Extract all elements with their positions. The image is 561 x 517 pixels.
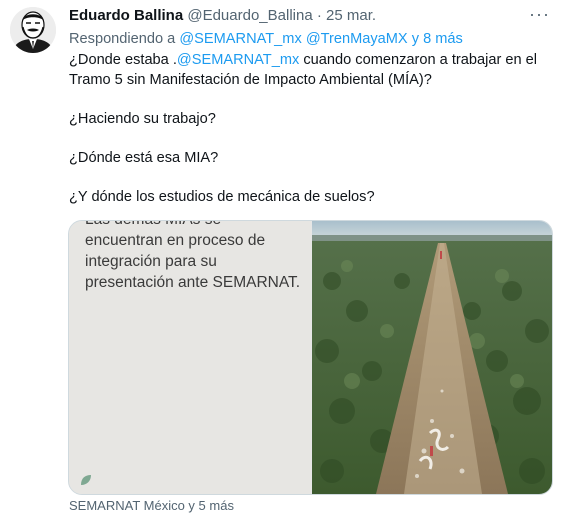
media-image-document[interactable]: Las demás MIAs se encuentran en proceso … [69, 221, 311, 494]
mention-semarnat[interactable]: @SEMARNAT_mx [177, 52, 299, 68]
reply-more-link[interactable]: 8 más [423, 31, 463, 47]
aerial-jungle-clearing-photo [312, 221, 552, 494]
document-line: presentación ante SEMARNAT. [85, 274, 301, 291]
tweet-media[interactable]: Las demás MIAs se encuentran en proceso … [68, 220, 553, 495]
separator-dot: · [316, 7, 322, 24]
document-line: encuentran en proceso de [85, 232, 266, 249]
document-text: Las demás MIAs se encuentran en proceso … [85, 221, 307, 293]
tweet-paragraph-1: ¿Donde estaba .@SEMARNAT_mx cuando comen… [69, 51, 549, 90]
tweet-text: ¿Donde estaba .@SEMARNAT_mx cuando comen… [69, 51, 549, 207]
more-options-button[interactable]: ··· [529, 4, 550, 24]
author-name[interactable]: Eduardo Ballina [69, 7, 183, 24]
reply-mention-trenmaya[interactable]: @TrenMayaMX [306, 31, 408, 47]
reply-mention-semarnat[interactable]: @SEMARNAT_mx [179, 31, 301, 47]
tweet-paragraph-3: ¿Dónde está esa MIA? [69, 149, 219, 166]
avatar-caricature-icon [10, 7, 56, 53]
document-line: integración para su [85, 253, 217, 270]
leaf-logo-icon [81, 475, 91, 485]
tweet-text-part: ¿Donde estaba . [69, 52, 177, 68]
media-image-aerial[interactable] [312, 221, 552, 494]
tweet-date[interactable]: 25 mar. [326, 7, 376, 24]
reply-prefix: Respondiendo a [69, 31, 180, 47]
media-tags[interactable]: SEMARNAT México y 5 más [69, 498, 234, 514]
reply-and[interactable]: y [408, 31, 423, 47]
document-line: Las demás MIAs se [85, 221, 307, 230]
author-handle[interactable]: @Eduardo_Ballina [187, 7, 312, 24]
tweet-paragraph-2: ¿Haciendo su trabajo? [69, 110, 216, 127]
tweet-header: Eduardo Ballina @Eduardo_Ballina · 25 ma… [69, 6, 547, 26]
replying-to: Respondiendo a @SEMARNAT_mx @TrenMayaMX … [69, 30, 463, 49]
tweet-paragraph-4: ¿Y dónde los estudios de mecánica de sue… [69, 188, 375, 205]
avatar[interactable] [10, 7, 56, 53]
more-horizontal-icon: ··· [529, 4, 550, 24]
